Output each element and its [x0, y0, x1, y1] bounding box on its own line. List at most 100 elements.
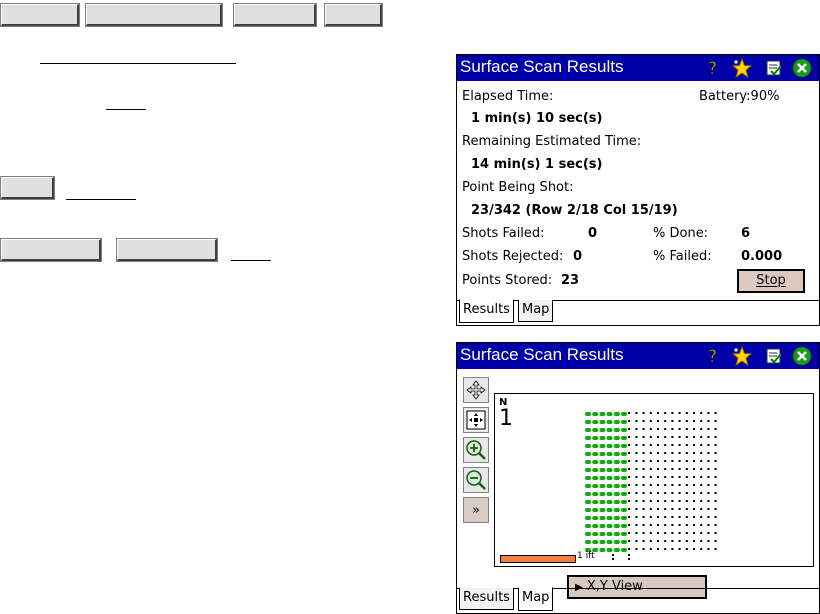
pending-point: [707, 444, 710, 446]
pending-point: [649, 428, 652, 430]
pending-point: [628, 532, 631, 534]
help-question-icon[interactable]: ?: [704, 58, 724, 78]
shot-point: [592, 460, 599, 464]
tab-results[interactable]: Results: [459, 299, 514, 323]
shot-point: [613, 428, 620, 432]
pending-point: [642, 492, 645, 494]
pending-point: [678, 524, 681, 526]
blank-line-3: [66, 199, 136, 200]
pending-point: [657, 484, 659, 486]
shot-point: [592, 476, 599, 480]
shot-point: [606, 412, 613, 416]
map-canvas[interactable]: N 1 1 ift: [494, 393, 814, 567]
blank-button-3: [234, 4, 316, 26]
pending-point: [700, 468, 703, 470]
shot-point: [606, 436, 613, 440]
close-icon[interactable]: [792, 346, 812, 366]
checklist-icon[interactable]: [764, 346, 784, 366]
pending-point: [714, 492, 717, 494]
pending-point: [685, 492, 688, 494]
pending-point: [693, 540, 695, 542]
favorite-star-icon[interactable]: [732, 346, 752, 366]
shot-point: [621, 508, 627, 512]
tab-strip: Results Map: [457, 299, 819, 326]
tab-map[interactable]: Map: [518, 587, 554, 611]
pending-point: [671, 452, 674, 454]
shot-point: [599, 524, 606, 528]
pending-point: [693, 508, 695, 510]
point-being-shot-label: Point Being Shot:: [462, 180, 574, 195]
pending-point: [657, 468, 659, 470]
pending-point: [657, 444, 659, 446]
pending-point: [678, 468, 681, 470]
percent-done-value: 6: [741, 226, 751, 241]
shot-point: [585, 436, 591, 440]
shot-point: [613, 508, 620, 512]
zoom-in-button[interactable]: [463, 437, 489, 463]
shot-point: [613, 500, 620, 504]
zoom-out-button[interactable]: [463, 467, 489, 493]
stop-button[interactable]: Stop: [737, 269, 805, 293]
pending-point: [685, 444, 688, 446]
shots-failed-label: Shots Failed:: [462, 226, 545, 241]
pending-point: [693, 452, 695, 454]
pending-point: [707, 460, 710, 462]
shot-point: [613, 444, 620, 448]
pending-point: [714, 436, 717, 438]
pending-point: [707, 428, 710, 430]
shot-point: [585, 508, 591, 512]
shot-point: [613, 492, 620, 496]
elapsed-time-label: Elapsed Time:: [462, 89, 554, 104]
pending-point: [693, 420, 695, 422]
pending-point: [707, 500, 710, 502]
shot-point: [613, 524, 620, 528]
pending-point: [678, 436, 681, 438]
pending-point: [664, 540, 667, 542]
pending-point: [693, 500, 695, 502]
points-stored-label: Points Stored:: [462, 273, 553, 288]
blank-line-1: [40, 63, 236, 64]
pan-tool-button[interactable]: [463, 377, 489, 403]
pending-point: [635, 476, 638, 478]
pending-point: [657, 460, 659, 462]
pending-point: [707, 548, 710, 550]
pending-point: [628, 436, 631, 438]
pending-point: [693, 484, 695, 486]
pending-point: [649, 508, 652, 510]
pending-point: [664, 524, 667, 526]
zoom-extents-button[interactable]: [463, 407, 489, 433]
shot-point: [599, 412, 606, 416]
pending-point: [635, 452, 638, 454]
pending-point: [678, 476, 681, 478]
pending-point: [635, 444, 638, 446]
close-icon[interactable]: [792, 58, 812, 78]
help-question-icon[interactable]: ?: [704, 346, 724, 366]
shot-point: [599, 460, 606, 464]
map-window: Surface Scan Results ? » N 1 1 ift ▶ X,Y…: [456, 342, 820, 614]
favorite-star-icon[interactable]: [732, 58, 752, 78]
title-bar: Surface Scan Results ?: [457, 55, 819, 81]
tab-results-label: Results: [463, 590, 510, 605]
checklist-icon[interactable]: [764, 58, 784, 78]
expand-toolbar-button[interactable]: »: [463, 497, 489, 523]
pending-point: [714, 516, 717, 518]
pending-point: [700, 420, 703, 422]
pan-arrows-icon: [466, 380, 486, 400]
pending-point: [700, 476, 703, 478]
pending-point: [635, 532, 638, 534]
pending-point: [714, 412, 717, 414]
shot-point: [621, 516, 627, 520]
pending-point: [642, 412, 645, 414]
shot-point: [621, 452, 627, 456]
pending-point: [714, 532, 717, 534]
pending-point: [664, 548, 667, 550]
shot-point: [599, 476, 606, 480]
pending-point: [707, 452, 710, 454]
pending-point: [628, 468, 631, 470]
tab-map[interactable]: Map: [518, 300, 554, 322]
tab-results[interactable]: Results: [459, 588, 514, 610]
shot-point: [599, 492, 606, 496]
pending-point: [678, 492, 681, 494]
pending-point: [685, 452, 688, 454]
shot-point: [592, 452, 599, 456]
